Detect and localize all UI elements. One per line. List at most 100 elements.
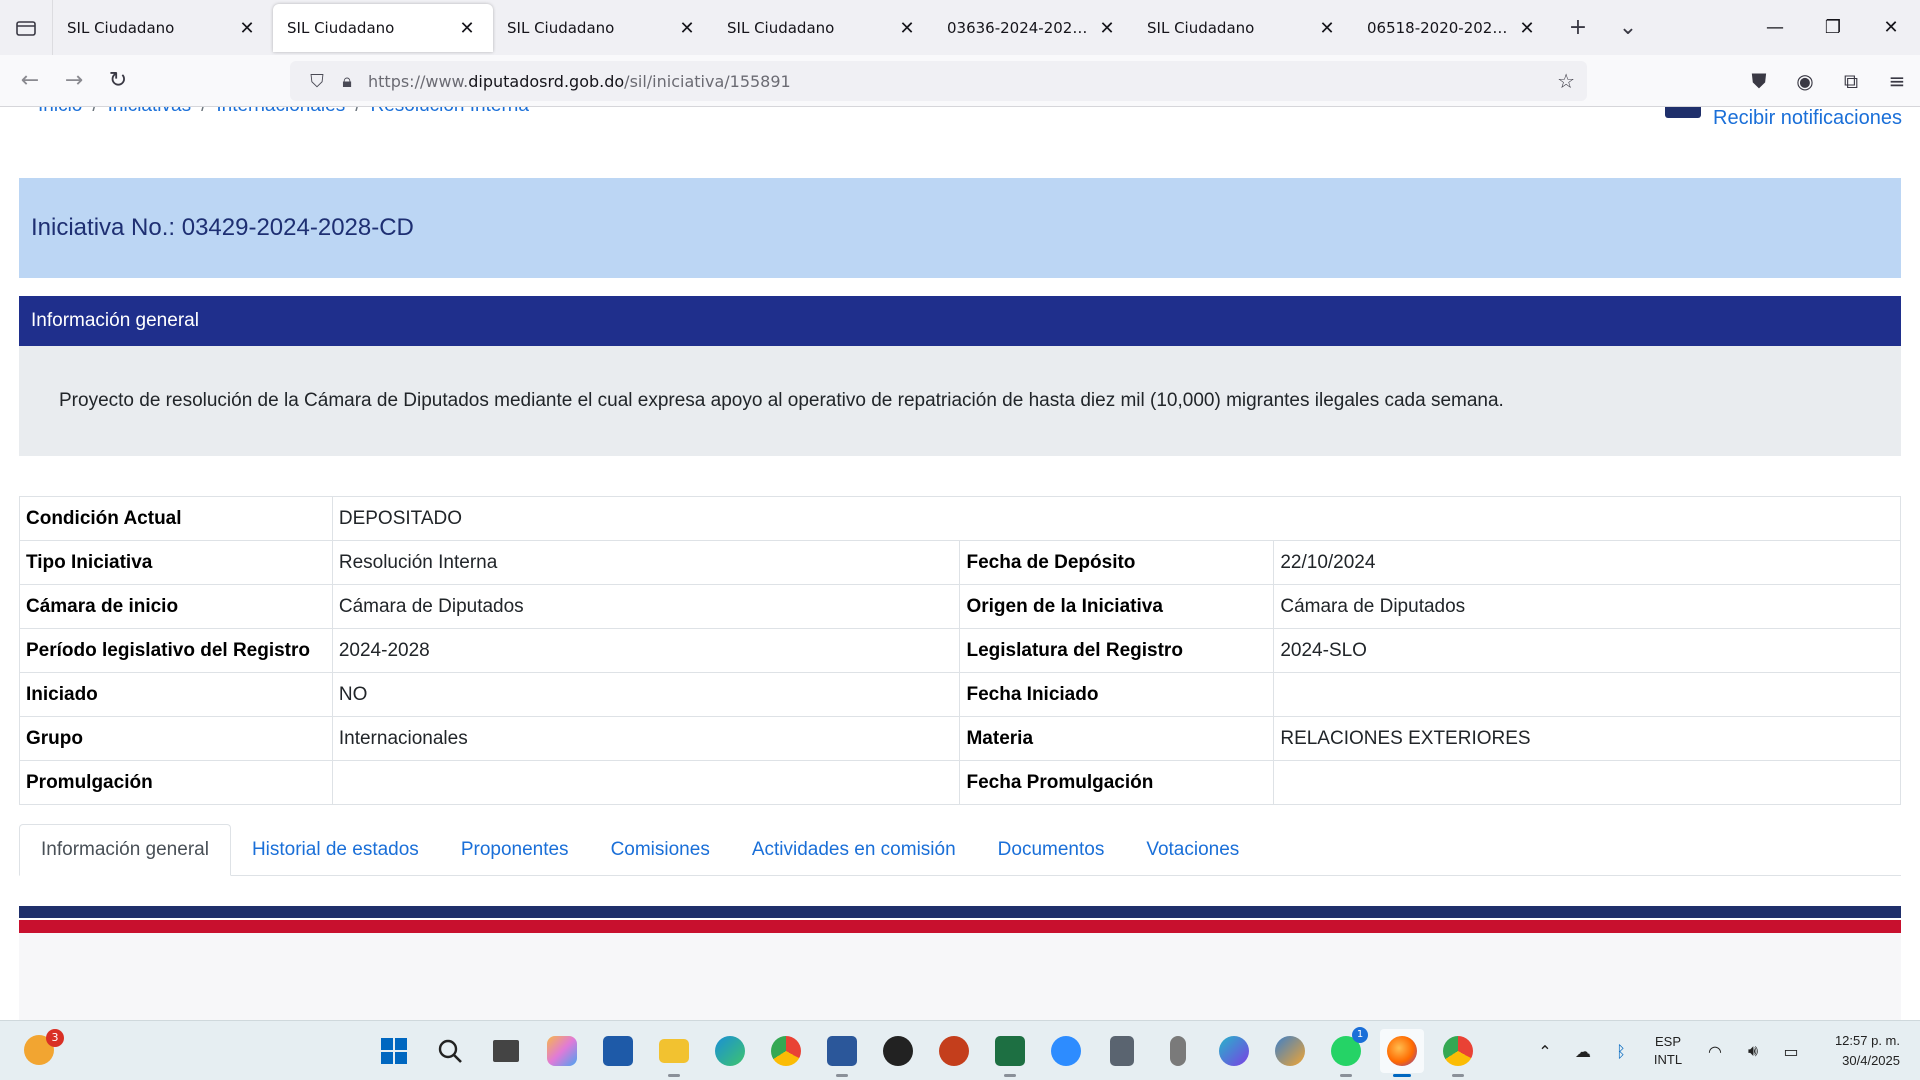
envelope-icon bbox=[1665, 107, 1702, 118]
clock[interactable]: 12:57 p. m. 30/4/2025 bbox=[1810, 1031, 1920, 1071]
whatsapp-button[interactable]: 1 bbox=[1324, 1027, 1368, 1077]
browser-nav-bar: ← → ↻ ⛉ 🔒︎ https://www.diputadosrd.gob.d… bbox=[0, 55, 1920, 107]
field-label: Origen de la Iniciativa bbox=[959, 584, 1275, 629]
table-row: Período legislativo del Registro 2024-20… bbox=[19, 628, 1901, 673]
start-button[interactable] bbox=[372, 1029, 416, 1073]
chevron-down-icon[interactable]: ⌄ bbox=[1603, 15, 1653, 40]
tab-close-icon[interactable]: ✕ bbox=[1095, 18, 1119, 39]
field-value: 2024-2028 bbox=[331, 628, 961, 673]
pocket-icon[interactable]: ⛊ bbox=[1736, 69, 1782, 93]
breadcrumb-link[interactable]: Inicio bbox=[38, 107, 82, 117]
zoom-button[interactable] bbox=[1044, 1029, 1088, 1073]
browser-tab[interactable]: SIL Ciudadano ✕ bbox=[53, 4, 273, 52]
url-bar[interactable]: ⛉ 🔒︎ https://www.diputadosrd.gob.do/sil/… bbox=[290, 61, 1587, 101]
browser-tab[interactable]: SIL Ciudadano ✕ bbox=[1133, 4, 1353, 52]
browser-tab[interactable]: SIL Ciudadano ✕ bbox=[493, 4, 713, 52]
field-value: DEPOSITADO bbox=[331, 496, 1902, 541]
menu-icon[interactable]: ≡ bbox=[1874, 69, 1920, 93]
section-header: Información general bbox=[19, 296, 1901, 346]
weather-widget[interactable]: 3 bbox=[24, 1029, 64, 1069]
chrome-profile-button[interactable] bbox=[1436, 1029, 1480, 1077]
play-icon bbox=[883, 1036, 913, 1066]
volume-icon[interactable]: 🔊︎ bbox=[1734, 1041, 1772, 1061]
field-label: Grupo bbox=[19, 716, 333, 761]
copilot-icon bbox=[547, 1036, 577, 1066]
shield-icon[interactable]: ⛉ bbox=[302, 71, 332, 92]
tab-close-icon[interactable]: ✕ bbox=[675, 18, 699, 39]
tab-proponentes[interactable]: Proponentes bbox=[440, 824, 590, 876]
browser-tab[interactable]: 03636-2024-2028-CD ✕ bbox=[933, 4, 1133, 52]
task-view-button[interactable] bbox=[484, 1029, 528, 1073]
tab-list-button[interactable] bbox=[0, 0, 53, 55]
tab-close-icon[interactable]: ✕ bbox=[1315, 18, 1339, 39]
voice-recorder-button[interactable] bbox=[1156, 1029, 1200, 1073]
tab-close-icon[interactable]: ✕ bbox=[455, 18, 479, 39]
restore-icon[interactable]: ❐ bbox=[1804, 17, 1862, 38]
chrome-icon bbox=[771, 1036, 801, 1066]
lock-icon[interactable]: 🔒︎ bbox=[332, 71, 362, 92]
calculator-button[interactable] bbox=[1100, 1029, 1144, 1073]
word-button[interactable] bbox=[820, 1029, 864, 1077]
url-text[interactable]: https://www.diputadosrd.gob.do/sil/inici… bbox=[362, 72, 1557, 91]
wifi-icon[interactable]: ◠ bbox=[1696, 1042, 1734, 1061]
back-icon[interactable]: ← bbox=[8, 68, 52, 93]
minimize-icon[interactable]: — bbox=[1746, 17, 1804, 38]
page-title: Iniciativa No.: 03429-2024-2028-CD bbox=[31, 214, 414, 241]
page-content: Inicio / Iniciativas / Internacionales /… bbox=[0, 107, 1920, 1020]
tab-title: SIL Ciudadano bbox=[507, 19, 615, 37]
notifications-label[interactable]: Recibir notificaciones bbox=[1713, 107, 1902, 130]
footer-area bbox=[19, 933, 1901, 1020]
battery-icon[interactable]: ▭ bbox=[1772, 1042, 1810, 1061]
photos-button[interactable] bbox=[1268, 1029, 1312, 1073]
chrome-button[interactable] bbox=[764, 1029, 808, 1073]
media-player-button[interactable] bbox=[876, 1029, 920, 1073]
notifications-link[interactable]: Recibir notificaciones bbox=[1665, 107, 1902, 130]
excel-button[interactable] bbox=[988, 1029, 1032, 1077]
breadcrumb-separator: / bbox=[201, 107, 206, 117]
windows-taskbar: 3 1 ⌃ ☁ ᛒ ESP INTL ◠ 🔊︎ ▭ 12:57 p. m. 30… bbox=[0, 1020, 1920, 1080]
windows-logo-icon bbox=[381, 1038, 407, 1064]
edge-button[interactable] bbox=[708, 1029, 752, 1073]
search-button[interactable] bbox=[428, 1029, 472, 1073]
chevron-up-icon[interactable]: ⌃ bbox=[1526, 1042, 1564, 1061]
bookmark-star-icon[interactable]: ☆ bbox=[1557, 69, 1575, 93]
field-label: Cámara de inicio bbox=[19, 584, 333, 629]
extensions-icon[interactable]: ⧉ bbox=[1828, 69, 1874, 93]
folder-icon bbox=[659, 1039, 689, 1063]
copilot-button[interactable] bbox=[540, 1029, 584, 1073]
close-window-icon[interactable]: ✕ bbox=[1862, 17, 1920, 38]
store-button[interactable] bbox=[596, 1029, 640, 1073]
tab-close-icon[interactable]: ✕ bbox=[895, 18, 919, 39]
bluetooth-icon[interactable]: ᛒ bbox=[1602, 1042, 1640, 1061]
browser-tab[interactable]: 06518-2020-2024-CD ✕ bbox=[1353, 4, 1553, 52]
browser-tab-active[interactable]: SIL Ciudadano ✕ bbox=[273, 4, 493, 52]
tab-historial-de-estados[interactable]: Historial de estados bbox=[231, 824, 440, 876]
table-row: Condición Actual DEPOSITADO bbox=[19, 496, 1902, 541]
file-explorer-button[interactable] bbox=[652, 1029, 696, 1077]
breadcrumb-link[interactable]: Internacionales bbox=[216, 107, 345, 117]
breadcrumb-link[interactable]: Iniciativas bbox=[108, 107, 191, 117]
forward-icon[interactable]: → bbox=[52, 68, 96, 93]
tab-comisiones[interactable]: Comisiones bbox=[590, 824, 731, 876]
zoom-icon bbox=[1051, 1036, 1081, 1066]
field-value: Resolución Interna bbox=[331, 540, 961, 585]
calculator-icon bbox=[1110, 1036, 1134, 1066]
tab-votaciones[interactable]: Votaciones bbox=[1125, 824, 1260, 876]
breadcrumb-link[interactable]: Resolución Interna bbox=[371, 107, 529, 117]
reload-icon[interactable]: ↻ bbox=[96, 68, 140, 93]
account-icon[interactable]: ◉ bbox=[1782, 69, 1828, 93]
running-indicator bbox=[1452, 1074, 1464, 1077]
tab-close-icon[interactable]: ✕ bbox=[1515, 18, 1539, 39]
tab-actividades-en-comision[interactable]: Actividades en comisión bbox=[731, 824, 977, 876]
onedrive-icon[interactable]: ☁ bbox=[1564, 1042, 1602, 1061]
firefox-button[interactable] bbox=[1380, 1029, 1424, 1077]
new-tab-icon[interactable]: + bbox=[1553, 15, 1603, 40]
task-view-icon bbox=[493, 1040, 519, 1062]
tab-informacion-general[interactable]: Información general bbox=[19, 824, 231, 876]
tab-close-icon[interactable]: ✕ bbox=[235, 18, 259, 39]
powerpoint-button[interactable] bbox=[932, 1029, 976, 1073]
browser-tab[interactable]: SIL Ciudadano ✕ bbox=[713, 4, 933, 52]
tab-documentos[interactable]: Documentos bbox=[977, 824, 1126, 876]
language-indicator[interactable]: ESP INTL bbox=[1640, 1033, 1696, 1069]
canva-button[interactable] bbox=[1212, 1029, 1256, 1073]
